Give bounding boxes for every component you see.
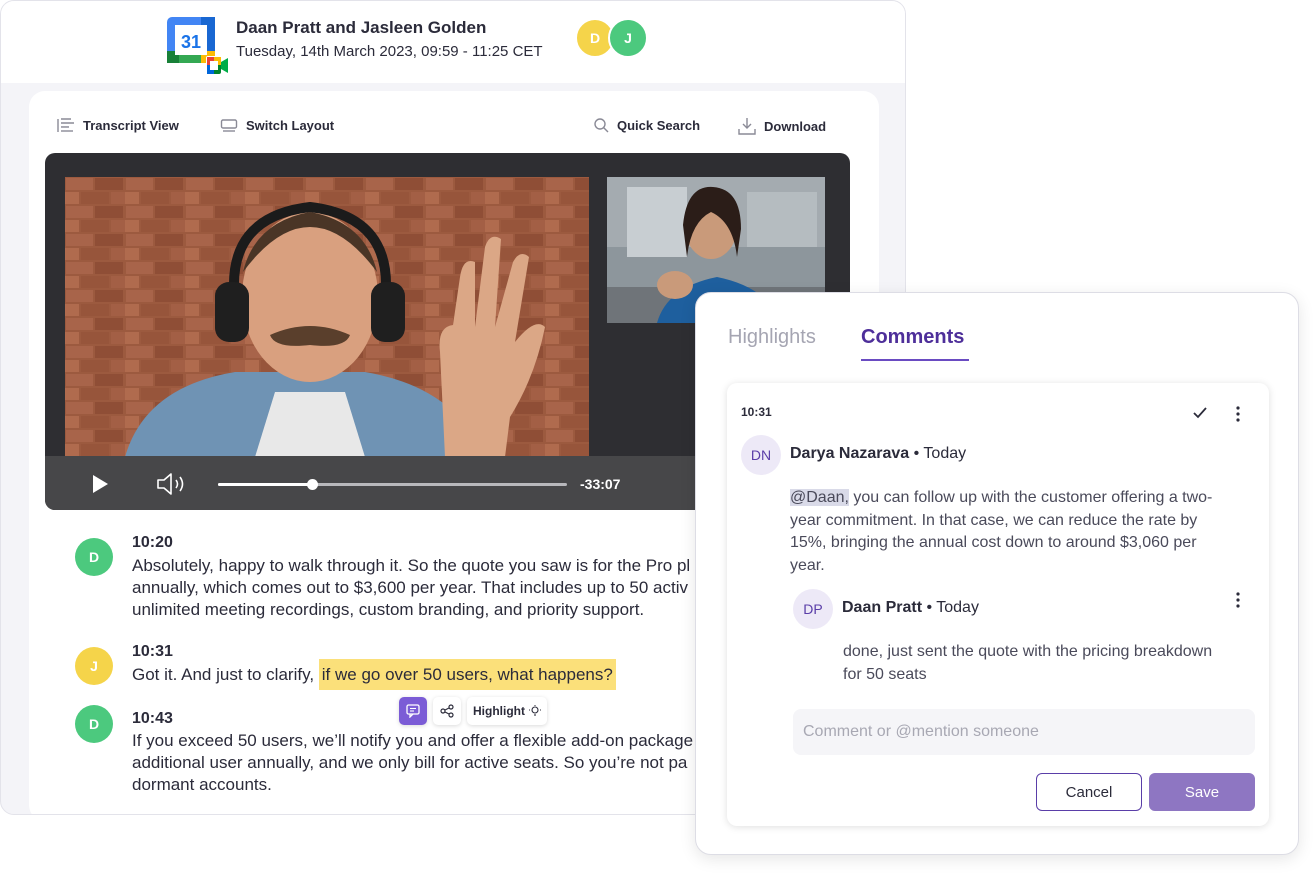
transcript-line: If you exceed 50 users, we’ll notify you…: [132, 731, 694, 750]
comment-line: you can follow up with the customer offe…: [848, 489, 1213, 506]
reply-when: • Today: [926, 599, 979, 616]
resolve-check-icon[interactable]: [1192, 405, 1208, 421]
layout-icon: [220, 119, 238, 132]
play-icon[interactable]: [91, 474, 109, 494]
reply-more-options-icon[interactable]: [1230, 591, 1246, 609]
cancel-button[interactable]: Cancel: [1036, 773, 1142, 811]
calendar-day-number: 31: [181, 32, 201, 52]
commenter-avatar: DN: [741, 435, 781, 475]
transcript-line: annually, which comes out to $3,600 per …: [132, 578, 688, 597]
comment-author-line: Darya Nazarava • Today: [790, 445, 966, 463]
reply-author-line: Daan Pratt • Today: [842, 599, 979, 617]
speaker-avatar: J: [75, 647, 113, 685]
tab-highlights[interactable]: Highlights: [728, 326, 816, 349]
reply-line: done, just sent the quote with the prici…: [843, 643, 1213, 660]
transcript-timestamp[interactable]: 10:20: [132, 534, 173, 552]
transcript-line: Got it. And just to clarify,: [132, 665, 319, 684]
transcript-timestamp[interactable]: 10:31: [132, 643, 173, 661]
transcript-icon: [57, 118, 74, 132]
comments-panel: Highlights Comments 10:31 DN Darya Nazar…: [695, 292, 1299, 855]
share-icon: [440, 704, 454, 718]
transcript-view-button[interactable]: Transcript View: [57, 117, 179, 133]
comment-input[interactable]: [793, 709, 1255, 755]
save-button[interactable]: Save: [1149, 773, 1255, 811]
share-button[interactable]: [433, 697, 461, 725]
comment-button[interactable]: [399, 697, 427, 725]
comment-when: • Today: [913, 445, 967, 462]
main-speaker-video[interactable]: [65, 177, 589, 457]
volume-icon[interactable]: [157, 473, 187, 495]
selection-toolbar: Highlight: [399, 697, 547, 725]
quick-search-button[interactable]: Quick Search: [593, 117, 700, 133]
comment-body: @Daan, you can follow up with the custom…: [790, 487, 1212, 577]
transcript-line: additional user annually, and we only bi…: [132, 753, 688, 772]
progress-slider[interactable]: [218, 479, 567, 490]
comment-icon: [406, 704, 420, 718]
transcript-text[interactable]: Absolutely, happy to walk through it. So…: [132, 555, 732, 621]
meeting-title: Daan Pratt and Jasleen Golden: [236, 18, 487, 37]
quick-search-label: Quick Search: [617, 117, 701, 133]
progress-handle[interactable]: [306, 479, 318, 490]
meeting-datetime: Tuesday, 14th March 2023, 09:59 - 11:25 …: [236, 43, 543, 60]
google-meet-icon: [206, 56, 228, 75]
reply-body: done, just sent the quote with the prici…: [843, 641, 1212, 686]
more-options-icon[interactable]: [1230, 405, 1246, 423]
highlight-label: Highlight: [473, 704, 525, 718]
speaker-avatar: D: [75, 705, 113, 743]
comment-line: year commitment. In that case, we can re…: [790, 511, 1198, 529]
transcript-line: unlimited meeting recordings, custom bra…: [132, 600, 645, 619]
highlight-button[interactable]: Highlight: [467, 697, 547, 725]
reply-author: Daan Pratt: [842, 599, 923, 616]
progress-fill: [218, 483, 313, 486]
time-remaining: -33:07: [580, 476, 621, 492]
transcript-timestamp[interactable]: 10:43: [132, 710, 173, 728]
meeting-header: 31 Daan Pratt and Jasleen Golden Tuesday…: [1, 1, 905, 83]
active-tab-indicator: [861, 359, 969, 361]
transcript-line: dormant accounts.: [132, 775, 272, 794]
app-stage: 31 Daan Pratt and Jasleen Golden Tuesday…: [0, 0, 1315, 873]
switch-layout-label: Switch Layout: [246, 117, 335, 133]
comment-timestamp[interactable]: 10:31: [741, 405, 772, 419]
transcript-text[interactable]: Got it. And just to clarify, if we go ov…: [132, 659, 732, 690]
download-label: Download: [764, 118, 827, 134]
comment-author: Darya Nazarava: [790, 445, 910, 462]
reply-line: for 50 seats: [843, 665, 927, 683]
comment-line: 15%, bringing the annual cost down to ar…: [790, 534, 1197, 551]
transcript-text[interactable]: If you exceed 50 users, we’ll notify you…: [132, 730, 732, 796]
comment-thread: 10:31 DN Darya Nazarava • Today @Daan, y…: [727, 383, 1269, 826]
highlighted-text[interactable]: if we go over 50 users, what happens?: [318, 659, 616, 690]
download-icon: [738, 118, 756, 135]
download-button[interactable]: Download: [738, 117, 826, 135]
speaker-avatar: D: [75, 538, 113, 576]
switch-layout-button[interactable]: Switch Layout: [220, 117, 334, 133]
lightbulb-icon: [528, 705, 541, 716]
search-icon: [594, 118, 609, 133]
transcript-line: Absolutely, happy to walk through it. So…: [132, 556, 691, 575]
comment-line: year.: [790, 556, 825, 574]
mention-tag[interactable]: @Daan,: [790, 489, 849, 506]
tab-comments[interactable]: Comments: [861, 326, 964, 349]
participant-avatar-j[interactable]: J: [608, 18, 648, 58]
transcript-view-label: Transcript View: [83, 117, 179, 133]
reply-avatar: DP: [793, 589, 833, 629]
